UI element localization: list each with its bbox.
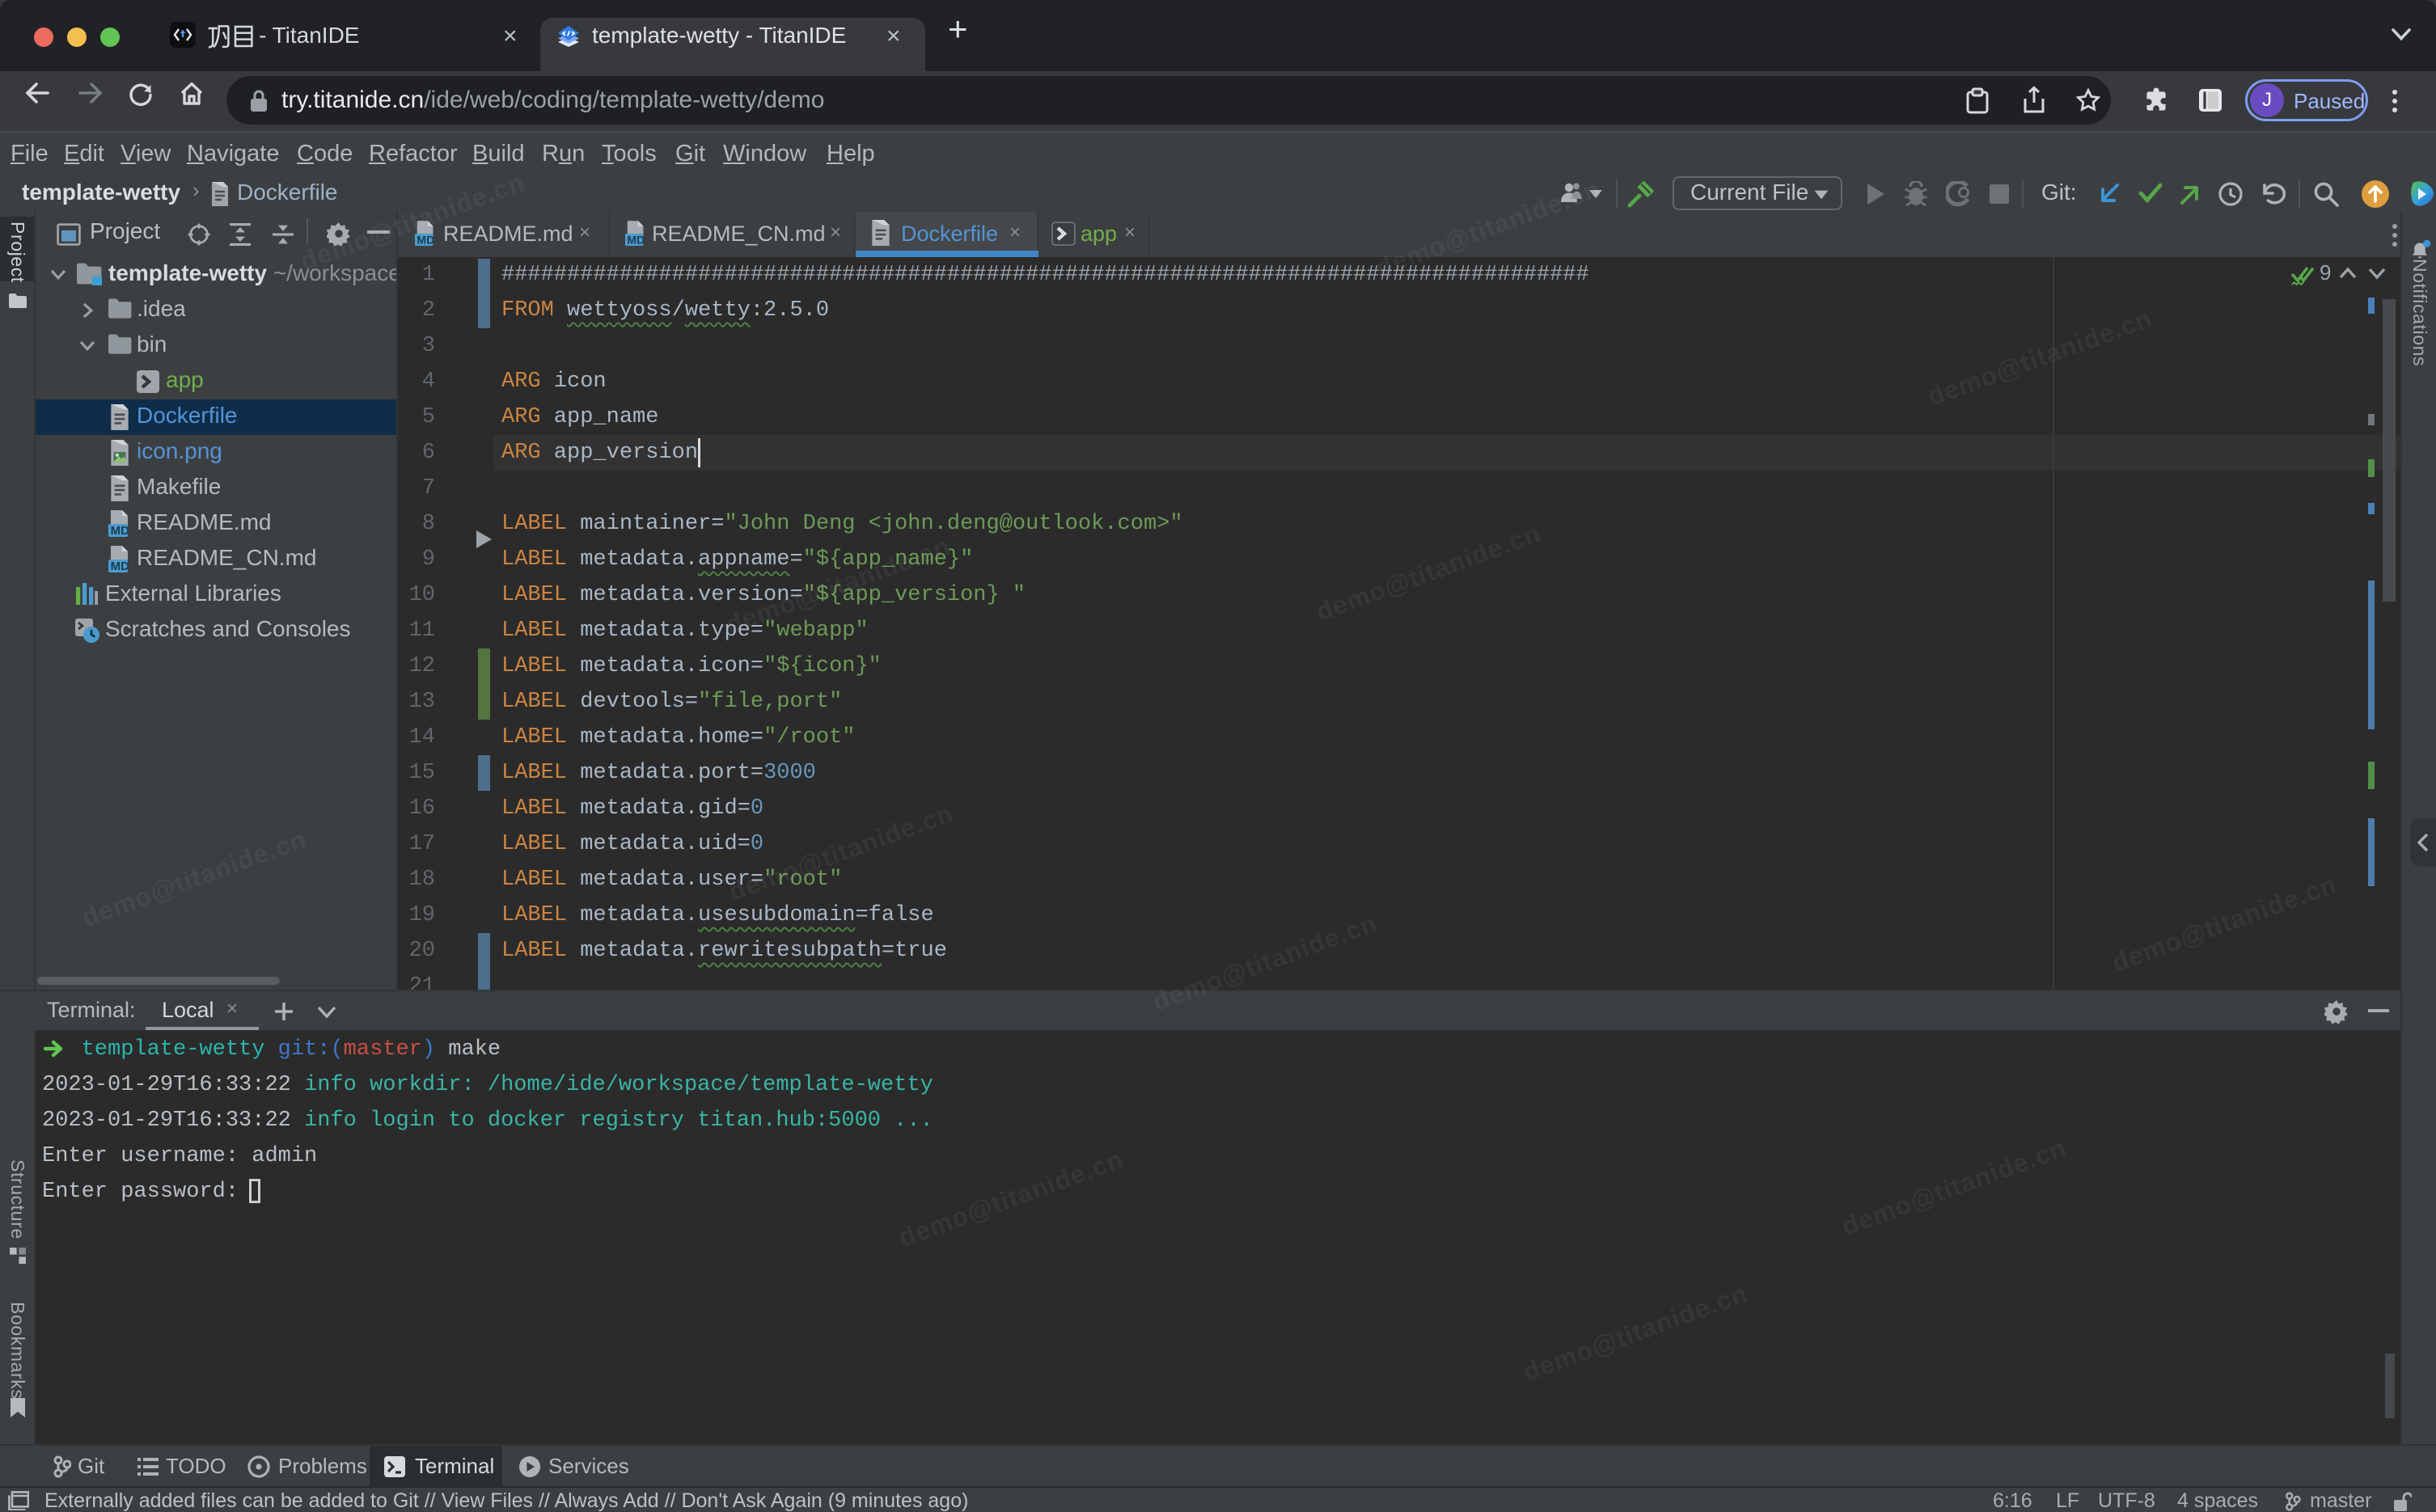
svg-text:MD: MD bbox=[417, 233, 434, 246]
svg-text:MD: MD bbox=[111, 560, 129, 573]
svg-text:MD: MD bbox=[111, 524, 129, 538]
svg-text:MD: MD bbox=[627, 233, 645, 246]
